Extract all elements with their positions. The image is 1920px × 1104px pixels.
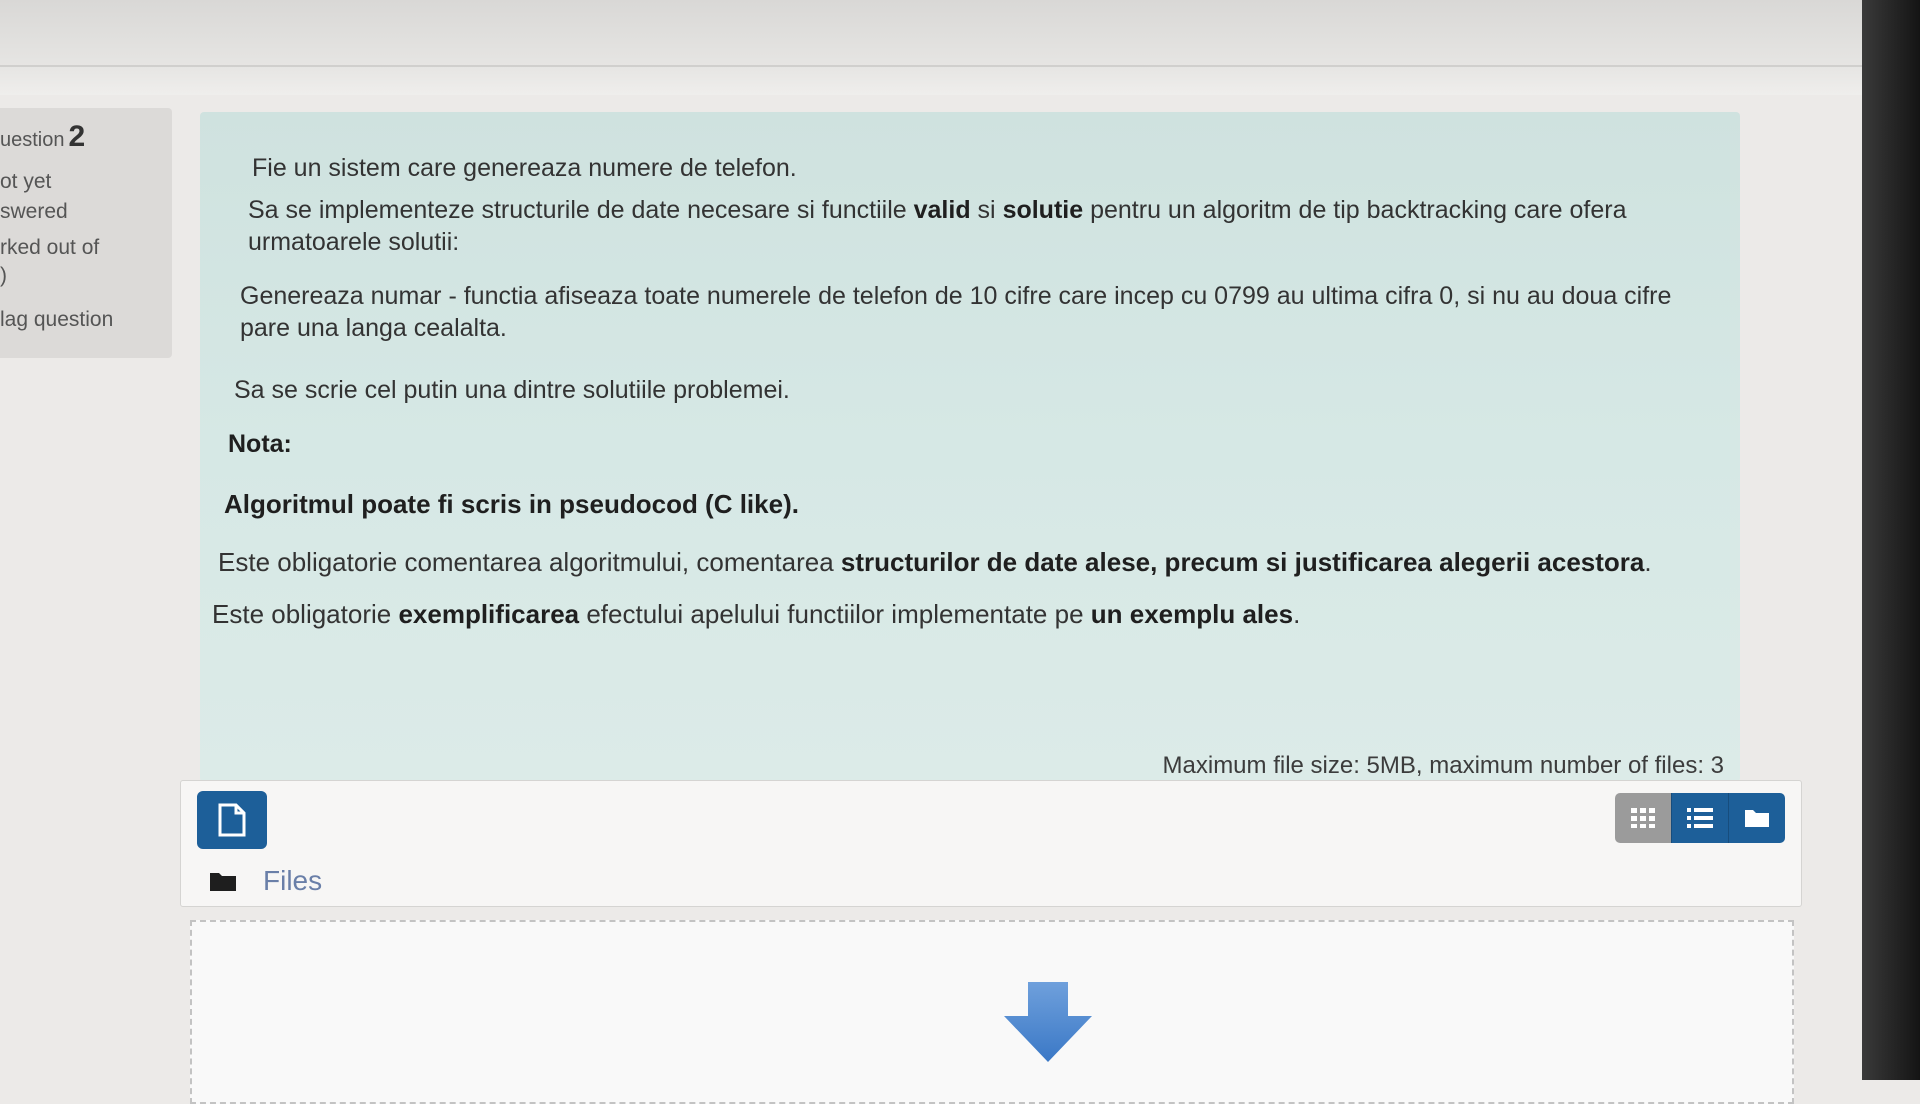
file-icon [218,803,246,837]
algoritm-note: Algoritmul poate fi scris in pseudocod (… [224,489,799,519]
question-info-panel: uestion 2 ot yet swered rked out of ) lag… [0,108,172,358]
question-state-line1: ot yet [0,170,52,193]
question-label: uestion [0,129,65,151]
question-paragraph-6: Este obligatorie exemplificarea efectulu… [212,599,1301,629]
question-paragraph-1: Fie un sistem care genereaza numere de t… [252,154,797,182]
list-view-button[interactable] [1671,793,1728,843]
file-drop-zone[interactable] [190,920,1794,1104]
folder-icon [209,867,237,899]
download-arrow-icon [1004,982,1092,1062]
add-file-button[interactable] [197,791,267,849]
question-text-panel: Fie un sistem care genereaza numere de t… [200,112,1740,782]
question-number-row: uestion 2 [0,120,85,154]
view-mode-toggle [1615,793,1785,843]
question-paragraph-4: Sa se scrie cel putin una dintre solutii… [234,376,790,404]
file-path-breadcrumb: Files [209,865,322,899]
screen-bezel [1862,0,1920,1080]
flag-question-link[interactable]: lag question [0,308,113,332]
tree-view-button[interactable] [1728,793,1785,843]
question-state-line2: swered [0,200,68,223]
folder-icon [1745,810,1769,827]
nota-heading: Nota: [228,430,292,458]
question-paragraph-5: Este obligatorie comentarea algoritmului… [218,547,1652,577]
question-grade-line1: rked out of [0,236,100,259]
browser-top-area [0,0,1920,95]
keyword-solutie: solutie [1002,196,1084,224]
files-path-label[interactable]: Files [263,865,322,896]
question-paragraph-2: Sa se implementeze structurile de date n… [248,196,1627,256]
icon-view-button[interactable] [1615,793,1671,843]
question-grade-line2: ) [0,264,7,287]
list-icon [1687,808,1713,828]
question-number: 2 [68,120,86,153]
max-file-size-text: Maximum file size: 5MB, maximum number o… [1162,752,1724,779]
keyword-valid: valid [913,196,971,224]
file-manager: Files [180,780,1802,907]
question-paragraph-3: Genereaza numar - functia afiseaza toate… [240,282,1672,342]
grid-icon [1631,808,1655,828]
